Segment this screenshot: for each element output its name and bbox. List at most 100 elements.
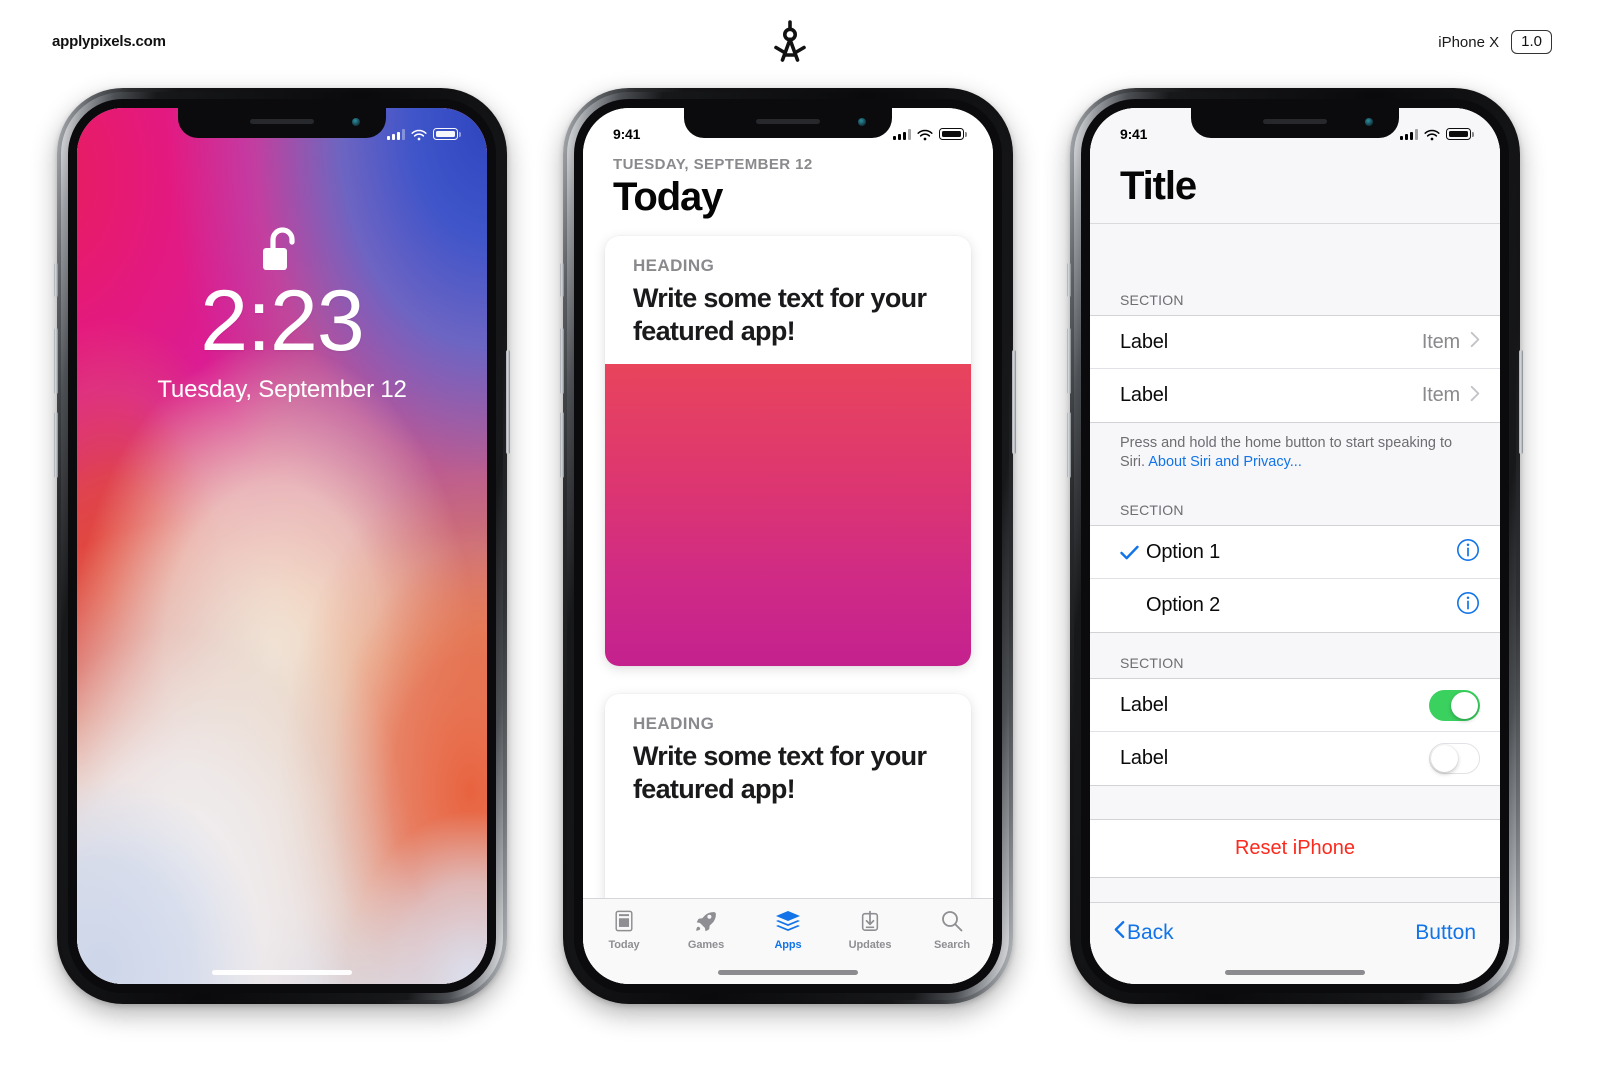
download-box-icon [856, 907, 884, 935]
section-spacer [1090, 786, 1500, 821]
toggle-switch-off[interactable] [1429, 743, 1480, 775]
tab-updates[interactable]: Updates [829, 907, 911, 951]
appstore-screen[interactable]: 9:41 TUESDAY, SEPTEMBER 12 Today HEADING… [583, 108, 993, 984]
power-button[interactable] [1519, 350, 1523, 454]
footnote-link[interactable]: About Siri and Privacy... [1148, 454, 1302, 470]
back-button[interactable]: Back [1114, 920, 1174, 945]
phone-lockscreen: 2:23 Tuesday, September 12 [54, 88, 510, 1004]
page-title: Title [1120, 164, 1197, 208]
home-indicator[interactable] [718, 970, 858, 975]
notch [178, 108, 386, 138]
earpiece-speaker [250, 119, 314, 124]
front-camera-icon [858, 118, 866, 126]
volume-down-button[interactable] [54, 412, 58, 478]
settings-group-1: Label Item Label Item [1090, 315, 1500, 423]
earpiece-speaker [756, 119, 820, 124]
settings-table-view[interactable]: SECTION Label Item Label Item Press and … [1090, 270, 1500, 902]
card-body-blank [605, 822, 971, 898]
settings-group-3: Label Label [1090, 678, 1500, 787]
row-label: Option 1 [1146, 540, 1221, 563]
tab-label: Updates [848, 939, 892, 951]
statusbar-time: 9:41 [1120, 126, 1148, 142]
front-camera-icon [1365, 118, 1373, 126]
toggle-switch-on[interactable] [1429, 689, 1480, 721]
row-label: Label [1120, 693, 1168, 716]
earpiece-speaker [1263, 119, 1327, 124]
card-image-placeholder [605, 363, 971, 666]
tab-games[interactable]: Games [665, 907, 747, 951]
tab-today[interactable]: Today [583, 907, 665, 951]
today-scroll-view[interactable]: TUESDAY, SEPTEMBER 12 Today HEADING Writ… [583, 152, 993, 898]
silent-switch-button[interactable] [1067, 263, 1071, 297]
chevron-right-icon [1470, 385, 1480, 407]
newspaper-icon [610, 907, 638, 935]
home-indicator[interactable] [1225, 970, 1365, 975]
front-camera-icon [352, 118, 360, 126]
statusbar-time: 9:41 [613, 126, 641, 142]
row-label: Option 2 [1146, 594, 1221, 617]
chevron-right-icon [1470, 331, 1480, 353]
power-button[interactable] [1012, 350, 1016, 454]
card-text: Write some text for your featured app! [633, 283, 927, 346]
brand-label: applypixels.com [52, 33, 166, 50]
info-circle-icon[interactable] [1456, 538, 1480, 567]
version-badge: 1.0 [1511, 30, 1552, 54]
mockup-canvas: applypixels.com iPhone X 1.0 2:23 Tuesda… [0, 0, 1600, 1079]
row-label: Label [1120, 747, 1168, 770]
cellular-bars-icon [1400, 128, 1418, 140]
magnifier-icon [938, 907, 966, 935]
tab-label: Search [933, 939, 971, 951]
settings-screen[interactable]: 9:41 Title SECTION Label Item Label Item… [1090, 108, 1500, 984]
today-date-label: TUESDAY, SEPTEMBER 12 [613, 156, 813, 173]
chevron-left-icon [1114, 920, 1125, 945]
rocket-icon [692, 907, 720, 935]
card-heading: HEADING [633, 256, 715, 275]
cellular-bars-icon [387, 128, 405, 140]
table-row[interactable]: Label [1090, 679, 1500, 733]
volume-down-button[interactable] [560, 412, 564, 478]
tab-label: Games [687, 939, 725, 951]
notch [684, 108, 892, 138]
section-footnote: Press and hold the home button to start … [1090, 423, 1500, 480]
volume-up-button[interactable] [560, 328, 564, 394]
table-row[interactable]: Option 2 [1090, 579, 1500, 633]
tab-apps[interactable]: Apps [747, 907, 829, 951]
silent-switch-button[interactable] [54, 263, 58, 297]
wifi-icon [411, 128, 427, 141]
device-label: iPhone X [1438, 33, 1500, 51]
lockscreen-date: Tuesday, September 12 [157, 376, 407, 403]
checkmark-icon [1120, 545, 1146, 560]
feature-card[interactable]: HEADING Write some text for your feature… [605, 693, 971, 898]
phone-appstore: 9:41 TUESDAY, SEPTEMBER 12 Today HEADING… [560, 88, 1016, 1004]
volume-down-button[interactable] [1067, 412, 1071, 478]
phone-settings: 9:41 Title SECTION Label Item Label Item… [1067, 88, 1523, 1004]
layers-stack-icon [774, 907, 802, 935]
row-value: Item [1421, 384, 1460, 406]
volume-up-button[interactable] [1067, 328, 1071, 394]
toolbar-action-button[interactable]: Button [1415, 921, 1476, 945]
row-label: Label [1120, 330, 1168, 353]
reset-iphone-button[interactable]: Reset iPhone [1090, 820, 1500, 879]
table-row[interactable]: Option 1 [1090, 526, 1500, 580]
home-indicator[interactable] [212, 970, 352, 975]
info-circle-icon[interactable] [1456, 591, 1480, 620]
table-row[interactable]: Label Item [1090, 369, 1500, 422]
power-button[interactable] [506, 350, 510, 454]
notch [1191, 108, 1399, 138]
silent-switch-button[interactable] [560, 263, 564, 297]
table-row[interactable]: Label Item [1090, 316, 1500, 369]
battery-full-icon [939, 128, 967, 140]
wifi-icon [917, 128, 933, 141]
section-header: SECTION [1120, 502, 1184, 519]
card-text: Write some text for your featured app! [633, 740, 927, 804]
table-row[interactable]: Label [1090, 732, 1500, 786]
feature-card[interactable]: HEADING Write some text for your feature… [605, 236, 971, 666]
lockscreen-screen[interactable]: 2:23 Tuesday, September 12 [77, 108, 487, 984]
volume-up-button[interactable] [54, 328, 58, 394]
back-button-label: Back [1127, 920, 1174, 944]
lockscreen-time: 2:23 [200, 273, 364, 369]
tab-search[interactable]: Search [911, 907, 993, 951]
cellular-bars-icon [893, 128, 911, 140]
row-label: Label [1120, 384, 1168, 406]
page-title: Today [613, 175, 723, 219]
